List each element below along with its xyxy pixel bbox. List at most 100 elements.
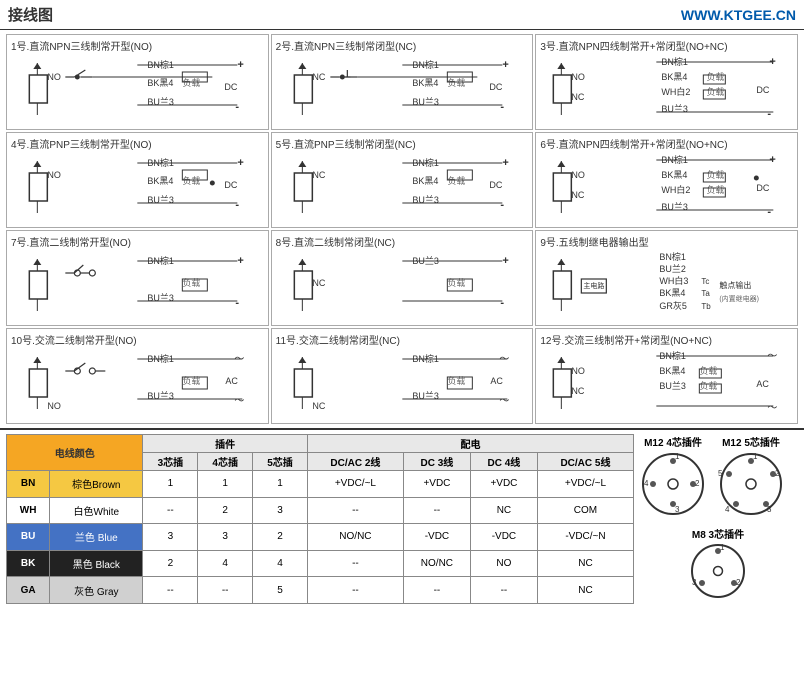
color-header: 电线颜色 <box>7 435 143 471</box>
color-name-wh: 白色White <box>50 497 143 524</box>
color-code-wh: WH <box>7 497 50 524</box>
diagram-6: 6号.直流NPN四线制常开+常闭型(NO+NC) NO NC BN棕1 BK黑4… <box>535 132 798 228</box>
color-code-bn: BN <box>7 471 50 498</box>
svg-text:Ta: Ta <box>702 289 711 298</box>
col-5pin: 5芯插 <box>253 453 308 471</box>
svg-text:WH白3: WH白3 <box>660 275 689 286</box>
page-title: 接线图 <box>8 4 53 25</box>
diagrams-grid: 1号.直流NPN三线制常开型(NO) NO BN棕1 BK黑4 <box>6 34 798 424</box>
svg-text:2: 2 <box>775 469 780 478</box>
svg-text:WH白2: WH白2 <box>662 86 691 97</box>
col-dc5: DC/AC 5线 <box>537 453 633 471</box>
diagram-5-title: 5号.直流PNP三线制常闭型(NC) <box>276 136 529 151</box>
diagram-1-title: 1号.直流NPN三线制常开型(NO) <box>11 38 264 53</box>
col-dc3: DC 3线 <box>403 453 470 471</box>
svg-text:～: ～ <box>768 403 778 414</box>
diagram-6-title: 6号.直流NPN四线制常开+常闭型(NO+NC) <box>540 136 793 151</box>
svg-text:DC: DC <box>489 82 502 92</box>
svg-text:负载: 负载 <box>707 184 725 195</box>
diagram-7-title: 7号.直流二线制常开型(NO) <box>11 234 264 249</box>
svg-text:DC: DC <box>224 82 237 92</box>
diagram-12: 12号.交流三线制常开+常闭型(NO+NC) NO NC BN棕1 BK黑4 负… <box>535 328 798 424</box>
svg-text:NC: NC <box>312 170 325 180</box>
svg-text:+: + <box>237 59 243 71</box>
color-name-bk: 黑色 Black <box>50 550 143 577</box>
svg-text:(内置继电器): (内置继电器) <box>720 294 760 303</box>
color-name-bu: 兰色 Blue <box>50 524 143 551</box>
svg-text:负载: 负载 <box>707 169 725 180</box>
col-dc4: DC 4线 <box>470 453 537 471</box>
svg-text:Tb: Tb <box>702 302 712 311</box>
svg-text:+: + <box>502 157 508 169</box>
svg-text:触点输出: 触点输出 <box>720 280 752 290</box>
svg-text:负载: 负载 <box>707 86 725 97</box>
header: 接线图 WWW.KTGEE.CN <box>0 0 804 30</box>
m12-5pin-label: M12 5芯插件 <box>716 434 786 449</box>
svg-text:BN棕1: BN棕1 <box>660 251 687 262</box>
diagram-8: 8号.直流二线制常闭型(NC) NC BU兰3 负载 + - <box>271 230 534 326</box>
svg-text:NC: NC <box>572 92 585 102</box>
svg-text:1: 1 <box>720 543 725 552</box>
svg-text:-: - <box>235 199 239 211</box>
svg-text:4: 4 <box>644 479 649 488</box>
table-row: BN 棕色Brown 1 1 1 +VDC/~L +VDC +VDC +VDC/… <box>7 471 634 498</box>
svg-text:BK黑4: BK黑4 <box>662 72 688 82</box>
svg-text:BK黑4: BK黑4 <box>147 78 173 88</box>
svg-text:负载: 负载 <box>700 380 718 391</box>
svg-text:DC: DC <box>224 180 237 190</box>
diagram-1: 1号.直流NPN三线制常开型(NO) NO BN棕1 BK黑4 <box>6 34 269 130</box>
website-url: WWW.KTGEE.CN <box>681 7 796 23</box>
svg-text:-: - <box>235 297 239 309</box>
svg-text:NO: NO <box>47 401 61 411</box>
svg-text:NC: NC <box>312 72 325 82</box>
m12-4pin-label: M12 4芯插件 <box>638 434 708 449</box>
diagram-5: 5号.直流PNP三线制常闭型(NC) NC BN棕1 BK黑4 负载 BU兰3 … <box>271 132 534 228</box>
svg-text:NO: NO <box>572 170 586 180</box>
svg-text:～: ～ <box>234 396 244 407</box>
svg-text:主电路: 主电路 <box>584 281 605 290</box>
svg-text:AC: AC <box>225 376 238 386</box>
svg-text:BK黑4: BK黑4 <box>660 366 686 376</box>
diagram-10: 10号.交流二线制常开型(NO) NO BN棕1 BU兰3 负载 <box>6 328 269 424</box>
table-row: BU 兰色 Blue 3 3 2 NO/NC -VDC -VDC -VDC/~N <box>7 524 634 551</box>
svg-text:负载: 负载 <box>700 365 718 376</box>
diagram-8-title: 8号.直流二线制常闭型(NC) <box>276 234 529 249</box>
color-code-bu: BU <box>7 524 50 551</box>
svg-text:+: + <box>502 59 508 71</box>
svg-text:NC: NC <box>572 386 585 396</box>
svg-text:NO: NO <box>572 72 586 82</box>
svg-text:BU兰3: BU兰3 <box>660 380 687 391</box>
svg-text:DC: DC <box>757 183 770 193</box>
svg-text:NC: NC <box>572 190 585 200</box>
svg-text:WH白2: WH白2 <box>662 184 691 195</box>
diagrams-section: 1号.直流NPN三线制常开型(NO) NO BN棕1 BK黑4 <box>0 30 804 430</box>
svg-text:BU兰2: BU兰2 <box>660 263 687 274</box>
table-row: GA 灰色 Gray -- -- 5 -- -- -- NC <box>7 577 634 604</box>
diagram-9: 9号.五线制继电器输出型 主电路 BN棕1 BU兰2 WH白3 Tc BK黑4 <box>535 230 798 326</box>
svg-text:1: 1 <box>675 452 680 461</box>
svg-text:3: 3 <box>675 505 680 514</box>
svg-text:+: + <box>237 157 243 169</box>
svg-text:GR灰5: GR灰5 <box>660 300 688 311</box>
col-3pin: 3芯插 <box>143 453 198 471</box>
svg-text:+: + <box>502 255 508 267</box>
svg-text:AC: AC <box>490 376 503 386</box>
svg-text:-: - <box>768 108 772 120</box>
plugin-header: 插件 <box>143 435 307 453</box>
color-name-ga: 灰色 Gray <box>50 577 143 604</box>
diagram-4-title: 4号.直流PNP三线制常开型(NO) <box>11 136 264 151</box>
svg-text:DC: DC <box>489 180 502 190</box>
svg-text:5: 5 <box>718 469 723 478</box>
svg-text:DC: DC <box>757 85 770 95</box>
svg-text:NO: NO <box>47 72 61 82</box>
diagram-3: 3号.直流NPN四线制常开+常闭型(NO+NC) NO NC BN棕1 BK黑4… <box>535 34 798 130</box>
diagram-3-title: 3号.直流NPN四线制常开+常闭型(NO+NC) <box>540 38 793 53</box>
table-row: WH 白色White -- 2 3 -- -- NC COM <box>7 497 634 524</box>
connector-diagrams: M12 4芯插件 1 2 3 4 <box>638 434 798 604</box>
svg-text:BK黑4: BK黑4 <box>147 176 173 186</box>
diagram-2: 2号.直流NPN三线制常闭型(NC) NC BN棕1 BK黑4 负载 <box>271 34 534 130</box>
svg-text:1: 1 <box>753 452 758 461</box>
diagram-7: 7号.直流二线制常开型(NO) BN棕1 BU兰3 负载 + <box>6 230 269 326</box>
color-code-bk: BK <box>7 550 50 577</box>
color-name-bn: 棕色Brown <box>50 471 143 498</box>
